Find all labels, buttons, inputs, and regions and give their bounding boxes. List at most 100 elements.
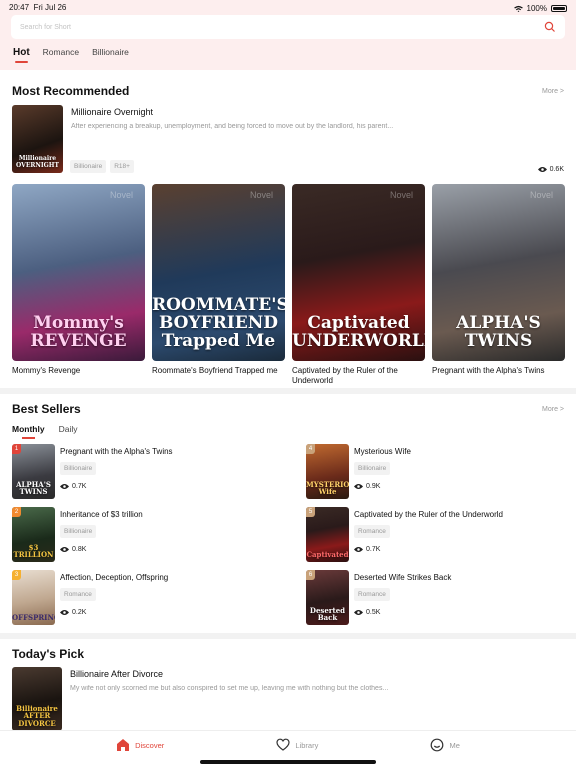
book-title[interactable]: Captivated by the Ruler of the Underworl… (292, 366, 425, 388)
battery-percent: 100% (526, 4, 547, 13)
top-header: 20:47 Fri Jul 26 100% Search for Short H… (0, 0, 576, 70)
more-link[interactable]: More > (542, 88, 564, 95)
view-count: 0.8K (60, 546, 143, 553)
eye-icon (60, 547, 69, 552)
search-bar[interactable]: Search for Short (11, 15, 565, 39)
eye-icon (354, 610, 363, 615)
book-card[interactable]: Novel Captivated UNDERWORLD Captivated b… (292, 184, 425, 388)
genre-tag: Romance (60, 588, 96, 601)
eye-icon (537, 167, 547, 172)
book-cover[interactable]: Novel Captivated UNDERWORLD (292, 184, 425, 361)
section-title: Most Recommended (12, 84, 130, 98)
nav-library[interactable]: Library (276, 737, 318, 753)
tab-billionaire[interactable]: Billionaire (92, 47, 129, 63)
genre-tag: Billionaire (60, 462, 97, 475)
eye-icon (60, 610, 69, 615)
status-time: 20:47 (9, 3, 30, 12)
search-icon[interactable] (544, 21, 556, 33)
list-item[interactable]: 1 ALPHA'S TWINS Pregnant with the Alpha'… (12, 444, 306, 499)
tab-hot[interactable]: Hot (13, 47, 30, 63)
featured-book[interactable]: Millionaire OVERNIGHT Millionaire Overni… (12, 105, 564, 175)
most-recommended-section: Most Recommended More > Millionaire OVER… (0, 70, 576, 388)
best-sellers-section: Best Sellers More > Monthly Daily 1 ALPH… (0, 394, 576, 625)
book-cover[interactable]: Millionaire OVERNIGHT (12, 105, 63, 173)
book-cover[interactable]: Novel ROOMMATE'S BOYFRIEND Trapped Me (152, 184, 285, 361)
tab-daily[interactable]: Daily (59, 424, 78, 439)
book-title[interactable]: Pregnant with the Alpha's Twins (60, 447, 173, 456)
book-description: After experiencing a breakup, unemployme… (71, 123, 394, 130)
list-item[interactable]: 3 OFFSPRING Affection, Deception, Offspr… (12, 570, 306, 625)
rank-badge: 2 (12, 507, 21, 517)
view-count: 0.9K (354, 483, 411, 490)
list-item[interactable]: 4 MYSTERIOUS Wife Mysterious Wife Billio… (306, 444, 564, 499)
book-cover[interactable]: Novel ALPHA'S TWINS (432, 184, 565, 361)
search-input[interactable]: Search for Short (20, 24, 544, 31)
book-title[interactable]: Deserted Wife Strikes Back (354, 573, 451, 582)
rank-badge: 6 (306, 570, 315, 580)
home-icon (117, 739, 130, 751)
home-indicator (200, 760, 376, 764)
view-count: 0.7K (354, 546, 503, 553)
list-item[interactable]: 5 Captivated Captivated by the Ruler of … (306, 507, 564, 562)
book-card[interactable]: Novel ALPHA'S TWINS Pregnant with the Al… (432, 184, 565, 388)
book-title[interactable]: Inheritance of $3 trillion (60, 510, 143, 519)
book-title[interactable]: Captivated by the Ruler of the Underworl… (354, 510, 503, 519)
category-tabs: Hot Romance Billionaire (13, 47, 129, 63)
tab-romance[interactable]: Romance (43, 47, 79, 63)
tab-monthly[interactable]: Monthly (12, 424, 45, 439)
book-cover[interactable]: 4 MYSTERIOUS Wife (306, 444, 349, 499)
view-count: 0.2K (60, 609, 168, 616)
rank-badge: 4 (306, 444, 315, 454)
book-cover[interactable]: Billionaire AFTER DIVORCE (12, 667, 62, 731)
status-bar: 20:47 Fri Jul 26 100% (0, 0, 576, 14)
book-cover[interactable]: 6 Deserted Back (306, 570, 349, 625)
heart-icon (276, 738, 290, 751)
rank-badge: 5 (306, 507, 315, 517)
rank-badge: 3 (12, 570, 21, 580)
book-cover[interactable]: 3 OFFSPRING (12, 570, 55, 625)
period-tabs: Monthly Daily (12, 424, 564, 439)
book-card[interactable]: Novel ROOMMATE'S BOYFRIEND Trapped Me Ro… (152, 184, 285, 388)
book-title[interactable]: Roommate's Boyfriend Trapped me (152, 366, 285, 388)
book-title[interactable]: Billionaire After Divorce (70, 669, 564, 679)
smile-icon (431, 738, 444, 752)
wifi-icon (513, 5, 523, 12)
rating-tag: R18+ (110, 160, 134, 173)
todays-pick-section: Today's Pick Billionaire AFTER DIVORCE B… (0, 639, 576, 731)
genre-tag: Billionaire (60, 525, 97, 538)
section-title: Best Sellers (12, 402, 81, 416)
genre-tag: Romance (354, 525, 390, 538)
book-cover[interactable]: Novel Mommy's REVENGE (12, 184, 145, 361)
book-title[interactable]: Mommy's Revenge (12, 366, 145, 388)
book-title[interactable]: Affection, Deception, Offspring (60, 573, 168, 582)
eye-icon (60, 484, 69, 489)
nav-me[interactable]: Me (430, 737, 460, 753)
book-cover[interactable]: 2 $3 TRILLION (12, 507, 55, 562)
view-count: 0.6K (537, 166, 564, 173)
bottom-nav: Discover Library Me (0, 730, 576, 768)
genre-tag: Billionaire (354, 462, 391, 475)
view-count: 0.5K (354, 609, 451, 616)
recommended-grid: Novel Mommy's REVENGE Mommy's Revenge No… (12, 184, 565, 388)
eye-icon (354, 547, 363, 552)
list-item[interactable]: 6 Deserted Back Deserted Wife Strikes Ba… (306, 570, 564, 625)
view-count: 0.7K (60, 483, 173, 490)
book-cover[interactable]: 1 ALPHA'S TWINS (12, 444, 55, 499)
rank-badge: 1 (12, 444, 21, 454)
book-description: My wife not only scorned me but also con… (70, 685, 389, 692)
book-cover[interactable]: 5 Captivated (306, 507, 349, 562)
book-card[interactable]: Novel Mommy's REVENGE Mommy's Revenge (12, 184, 145, 388)
battery-icon (551, 5, 567, 12)
bestseller-list: 1 ALPHA'S TWINS Pregnant with the Alpha'… (12, 444, 564, 625)
list-item[interactable]: 2 $3 TRILLION Inheritance of $3 trillion… (12, 507, 306, 562)
status-date: Fri Jul 26 (33, 3, 67, 12)
genre-tag: Romance (354, 588, 390, 601)
nav-discover[interactable]: Discover (116, 737, 164, 753)
more-link[interactable]: More > (542, 406, 564, 413)
genre-tag: Billionaire (70, 160, 107, 173)
book-title[interactable]: Mysterious Wife (354, 447, 411, 456)
pick-book[interactable]: Billionaire AFTER DIVORCE Billionaire Af… (12, 667, 564, 731)
book-title[interactable]: Millionaire Overnight (71, 107, 564, 117)
book-title[interactable]: Pregnant with the Alpha's Twins (432, 366, 565, 388)
section-title: Today's Pick (12, 647, 84, 661)
